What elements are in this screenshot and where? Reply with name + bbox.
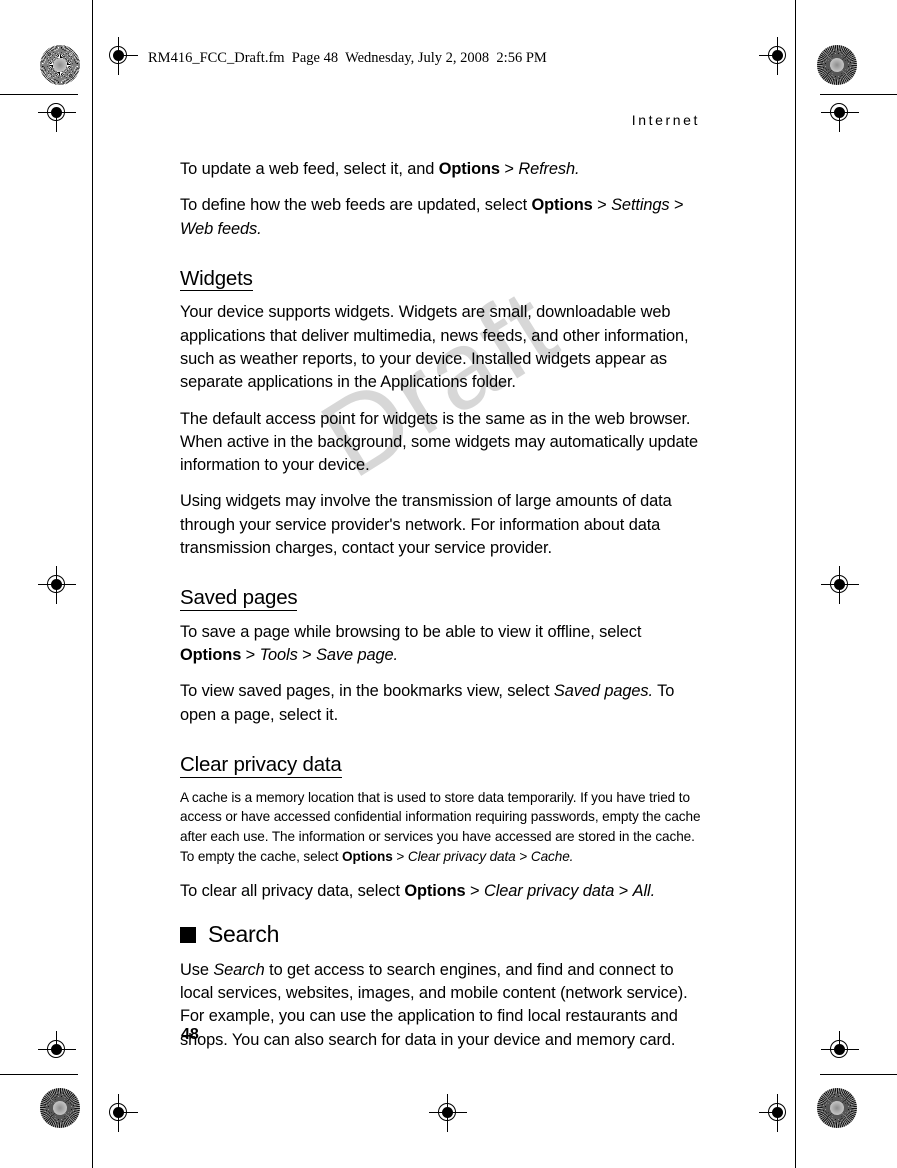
page-number-folio: 48	[181, 1026, 199, 1043]
rosette-mark-bottom-left	[40, 1088, 80, 1128]
paragraph-search-description: Use Search to get access to search engin…	[180, 959, 704, 1052]
menu-item-label: Clear privacy data	[483, 882, 615, 901]
registration-mark-bottom-center	[429, 1094, 467, 1132]
menu-label: Options	[531, 196, 593, 215]
menu-item-label: Settings	[611, 196, 670, 215]
paragraph-clear-all-privacy-data: To clear all privacy data, select Option…	[180, 880, 704, 903]
menu-label: Options	[438, 160, 500, 178]
registration-mark-bottom-right-corner	[821, 1031, 859, 1069]
square-bullet-icon	[180, 927, 196, 944]
paragraph-update-web-feed: To update a web feed, select it, and Opt…	[180, 158, 704, 181]
registration-mark-middle-left	[38, 566, 76, 604]
registration-mark-top-right-inner	[759, 37, 797, 75]
heading-wrapper-clear-privacy-data: Clear privacy data	[180, 740, 704, 788]
rosette-mark-top-right	[817, 45, 857, 85]
paragraph-view-saved-pages: To view saved pages, in the bookmarks vi…	[180, 680, 704, 727]
registration-mark-top-left-inner	[100, 37, 138, 75]
menu-item-label: Saved pages.	[553, 682, 653, 701]
heading-wrapper-widgets: Widgets	[180, 254, 704, 302]
crosshair-dot	[51, 107, 62, 118]
running-head-chapter: Internet	[631, 112, 700, 128]
paragraph-widgets-overview: Your device supports widgets. Widgets ar…	[180, 303, 689, 392]
crosshair-dot	[442, 1107, 453, 1118]
crosshair-dot	[113, 1107, 124, 1118]
paragraph-save-page: To save a page while browsing to be able…	[180, 621, 704, 668]
separator: >	[241, 646, 260, 665]
registration-mark-bottom-left-corner	[38, 1031, 76, 1069]
paragraph-cache-description: A cache is a memory location that is use…	[180, 788, 704, 867]
separator: >	[515, 848, 531, 864]
text-run: Use	[180, 960, 214, 979]
separator: >	[592, 196, 612, 215]
registration-mark-bottom-left-inner	[100, 1094, 138, 1132]
paragraph-widgets-access-point: The default access point for widgets is …	[180, 409, 698, 475]
registration-mark-bottom-right-inner	[759, 1094, 797, 1132]
rosette-hub	[53, 1101, 67, 1115]
application-name: Search	[213, 960, 265, 979]
paragraph-widgets-data-usage: Using widgets may involve the transmissi…	[180, 492, 672, 558]
registration-mark-top-right-corner	[821, 94, 859, 132]
section-heading-clear-privacy-data: Clear privacy data	[180, 753, 342, 778]
menu-label: Options	[180, 646, 242, 665]
separator: >	[392, 848, 408, 864]
trim-line-right-vertical	[795, 0, 796, 1168]
file-slug-line: RM416_FCC_Draft.fm Page 48 Wednesday, Ju…	[148, 50, 547, 66]
crosshair-dot	[51, 1044, 62, 1055]
crosshair-dot	[113, 50, 124, 61]
crosshair-dot	[772, 1107, 783, 1118]
rosette-hub	[830, 1101, 844, 1115]
trim-line-bottom-left-horizontal	[0, 1074, 78, 1075]
trim-line-left-vertical	[92, 0, 93, 1168]
separator: >	[465, 882, 484, 901]
rosette-hub	[830, 58, 844, 72]
crosshair-dot	[51, 579, 62, 590]
separator: >	[297, 646, 317, 665]
heading-wrapper-saved-pages: Saved pages	[180, 573, 704, 621]
menu-item-label: All.	[632, 882, 656, 901]
text-run: To save a page while browsing to be able…	[180, 622, 642, 641]
text-run: To clear all privacy data, select	[180, 882, 405, 901]
menu-item-label: Save page.	[316, 646, 399, 665]
section-heading-search-label: Search	[208, 920, 280, 947]
crosshair-dot	[834, 579, 845, 590]
separator: >	[669, 196, 684, 215]
text-run: To define how the web feeds are updated,…	[180, 196, 532, 215]
rosette-hub	[53, 58, 67, 72]
registration-mark-top-left-corner	[38, 94, 76, 132]
body-text-column: To update a web feed, select it, and Opt…	[180, 158, 704, 1065]
text-run: To view saved pages, in the bookmarks vi…	[180, 682, 554, 701]
separator: >	[614, 882, 633, 901]
separator: >	[499, 160, 519, 178]
section-heading-search: Search	[180, 921, 704, 948]
menu-item-label: Tools	[259, 646, 298, 665]
paragraph-define-feed-updates: To define how the web feeds are updated,…	[180, 194, 704, 241]
section-heading-widgets: Widgets	[180, 266, 253, 292]
crosshair-dot	[834, 1044, 845, 1055]
text-run: To update a web feed, select it, and	[180, 160, 439, 178]
crosshair-dot	[772, 50, 783, 61]
crosshair-dot	[834, 107, 845, 118]
section-heading-saved-pages: Saved pages	[180, 586, 298, 611]
registration-mark-middle-right	[821, 566, 859, 604]
rosette-mark-bottom-right	[817, 1088, 857, 1128]
menu-item-label: Refresh.	[518, 160, 580, 178]
menu-item-label: Cache.	[530, 848, 574, 864]
menu-item-label: Web feeds.	[180, 219, 262, 238]
menu-label: Options	[404, 882, 466, 901]
menu-item-label: Clear privacy data	[407, 848, 516, 864]
rosette-mark-top-left	[40, 45, 80, 85]
menu-label: Options	[342, 848, 393, 864]
trim-line-bottom-right-horizontal	[820, 1074, 897, 1075]
